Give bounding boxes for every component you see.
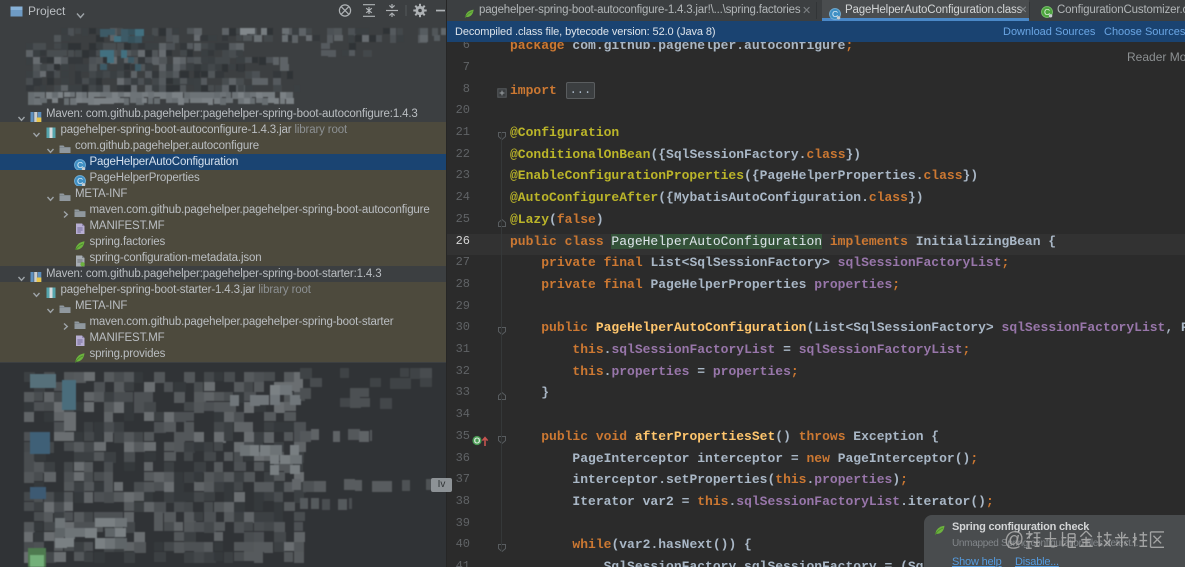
svg-text:O: O — [474, 435, 481, 445]
svg-text:@: @ — [1004, 529, 1024, 551]
